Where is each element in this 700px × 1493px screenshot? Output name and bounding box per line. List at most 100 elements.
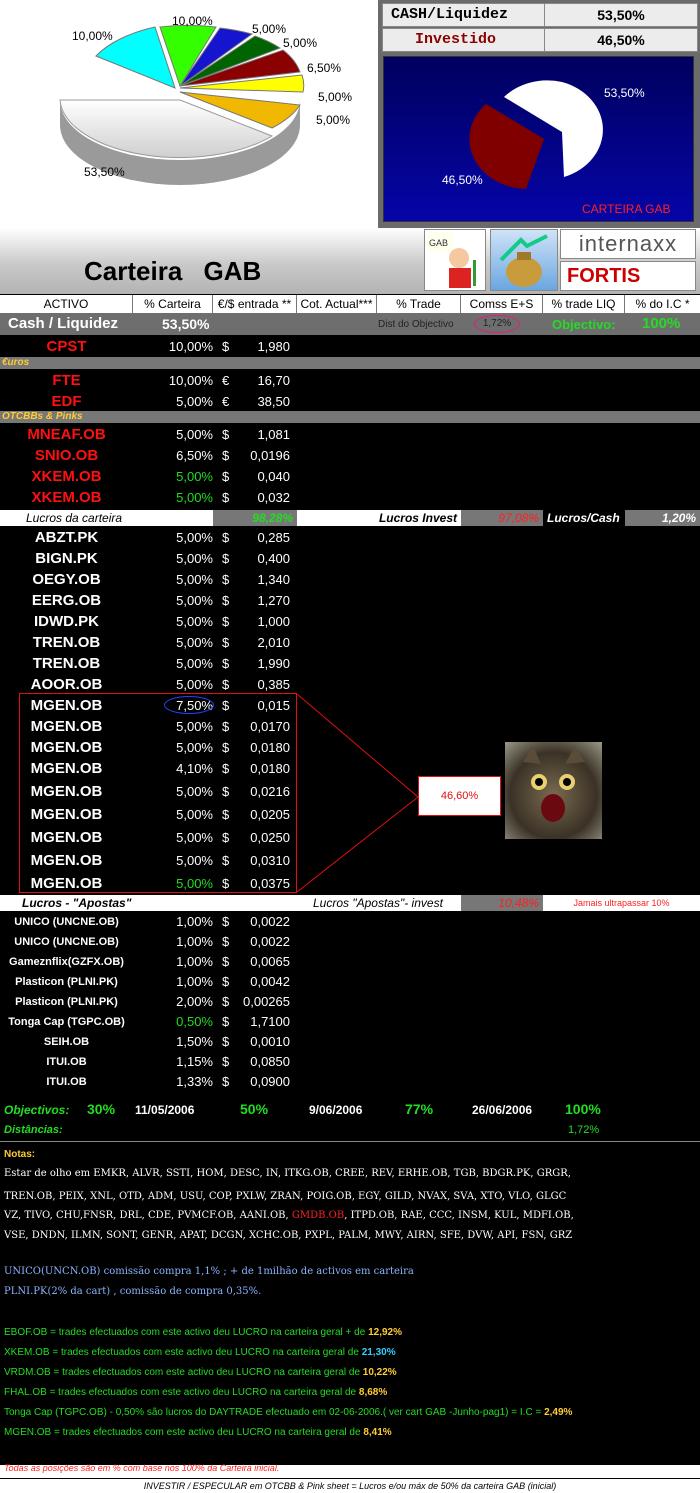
footer-note-2: INVESTIR / ESPECULAR em OTCBB & Pink she… (0, 1478, 700, 1493)
objectivo-3: 77% (405, 1101, 434, 1117)
pie-label-1: 10,00% (172, 14, 213, 28)
pie2-cash-label: 53,50% (604, 86, 645, 100)
notes-tonga-text: Tonga Cap (TGPC.OB) - 0,50% são lucros d… (4, 1407, 545, 1418)
currency-symbol: $ (222, 490, 230, 505)
carteira-pct: 5,00% (176, 394, 213, 409)
activo-name: BIGN.PK (35, 550, 98, 567)
entrada-value: 0,400 (257, 551, 290, 566)
table-row: XKEM.OB 5,00% $0,040 (0, 466, 700, 487)
entrada-value: 0,0022 (250, 934, 290, 949)
entrada-value: 1,340 (257, 572, 290, 587)
notes-xkem: XKEM.OB = trades efectuados com este act… (4, 1347, 396, 1358)
currency-symbol: $ (222, 593, 230, 608)
activo-name: ITUI.OB (46, 1076, 87, 1088)
carteira-pct: 1,00% (176, 974, 213, 989)
col-activo: ACTIVO (0, 295, 133, 313)
activo-name: TREN.OB (32, 634, 101, 651)
table-row: FTE 10,00% €16,70 (0, 370, 700, 391)
notes-fhal-text: FHAL.OB = trades efectuados com este act… (4, 1387, 359, 1398)
pie2-caption: CARTEIRA GAB (582, 202, 670, 216)
apostas-invest-value: 10,48% (461, 895, 543, 911)
table-row: UNICO (UNCNE.OB) 1,00% $0,0022 (0, 932, 700, 952)
pie-label-5: 6,50% (307, 61, 341, 75)
carteira-pct: 5,00% (176, 614, 213, 629)
objectivos-label: Objectivos: (4, 1103, 70, 1117)
table-row: Plasticon (PLNI.PK) 2,00% $0,00265 (0, 992, 700, 1012)
lucros-carteira-value: 98,28% (213, 510, 297, 526)
gab-logo: GAB (424, 229, 486, 291)
table-row: AOOR.OB 5,00% $0,385 (0, 674, 700, 695)
pie-label-4: 5,00% (283, 36, 317, 50)
carteira-pct: 5,00% (176, 635, 213, 650)
notes-unico: UNICO(UNCN.OB) comissão compra 1,1% ; + … (4, 1266, 414, 1277)
carteira-pct: 5,00% (176, 572, 213, 587)
currency-symbol: $ (222, 954, 230, 969)
cash-value: 53,50% (597, 7, 645, 23)
notes-watch-2: TREN.OB, PEIX, XNL, OTD, ADM, USU, COP, … (4, 1191, 567, 1202)
table-row: TREN.OB 5,00% $2,010 (0, 632, 700, 653)
notes-ebof-text: EBOF.OB = trades efectuados com este act… (4, 1327, 369, 1338)
currency-symbol: $ (222, 974, 230, 989)
notes-tonga-value: 2,49% (544, 1407, 573, 1418)
internaxx-logo: internaxx (560, 229, 696, 259)
activo-name: Tonga Cap (TGPC.OB) (8, 1016, 125, 1028)
objectivo-date-3: 26/06/2006 (472, 1103, 533, 1117)
notes-watch-1: Estar de olho em EMKR, ALVR, SSTI, HOM, … (4, 1168, 571, 1179)
activo-name: FTE (52, 372, 81, 389)
callout-value: 46,60% (418, 776, 501, 816)
notes-vrdm-text: VRDM.OB = trades efectuados com este act… (4, 1367, 363, 1378)
carteira-pct: 1,50% (176, 1034, 213, 1049)
section-otc: OTCBBs & Pinks (0, 411, 700, 423)
objectivo-date-2: 9/06/2006 (309, 1103, 363, 1117)
notes-watch-3-highlight: GMDB.OB (291, 1210, 345, 1221)
currency-symbol: $ (222, 572, 230, 587)
currency-symbol: $ (222, 934, 230, 949)
activo-name: Plasticon (PLNI.PK) (15, 976, 118, 988)
cash-invested-pie: 53,50% 46,50% CARTEIRA GAB (383, 56, 694, 222)
currency-symbol: $ (222, 1014, 230, 1029)
entrada-value: 1,081 (257, 427, 290, 442)
entrada-value: 38,50 (257, 394, 290, 409)
col-trade-liq: % trade LIQ (543, 295, 625, 313)
entrada-value: 2,010 (257, 635, 290, 650)
currency-symbol: $ (222, 551, 230, 566)
apostas-invest-label: Lucros "Apostas"- invest (297, 895, 461, 911)
cash-label: CASH/Liquidez (383, 4, 545, 26)
notes-watch-3c: , ITPD.OB, RAE, CCC, INSM, KUL, MDFI.OB, (344, 1210, 574, 1221)
pie-label-3: 5,00% (252, 22, 286, 36)
invested-value: 46,50% (597, 32, 645, 48)
carteira-pct: 5,00% (176, 469, 213, 484)
currency-symbol: $ (222, 427, 230, 442)
table-row: OEGY.OB 5,00% $1,340 (0, 569, 700, 590)
dist-objectivo-label: Dist do Objectivo (378, 319, 454, 330)
carteira-pct: 1,00% (176, 954, 213, 969)
entrada-value: 1,270 (257, 593, 290, 608)
notes-title: Notas: (4, 1149, 36, 1160)
footer-note-1: Todas as posições são em % com base nos … (4, 1463, 280, 1473)
activo-name: EDF (51, 393, 82, 410)
activo-name: ABZT.PK (34, 529, 99, 546)
col-cot-actual: Cot. Actual*** (297, 295, 377, 313)
table-row: ABZT.PK 5,00% $0,285 (0, 527, 700, 548)
carteira-pct: 5,00% (176, 656, 213, 671)
entrada-value: 0,0196 (250, 448, 290, 463)
apostas-band: Lucros - "Apostas" Lucros "Apostas"- inv… (0, 895, 700, 911)
notes-watch-3: VZ, TIVO, CHU,FNSR, DRL, CDE, PVMCF.OB, … (4, 1210, 574, 1221)
currency-symbol: $ (222, 614, 230, 629)
activo-name: Gameznflix(GZFX.OB) (9, 956, 124, 968)
table-row: MNEAF.OB 5,00% $1,081 (0, 424, 700, 445)
col-comss: Comss E+S (461, 295, 543, 313)
entrada-value: 16,70 (257, 373, 290, 388)
pie-label-7: 5,00% (316, 113, 350, 127)
activo-name: CPST (46, 338, 87, 355)
carteira-pct: 10,00% (168, 339, 213, 354)
carteira-pct: 5,00% (176, 427, 213, 442)
table-row: IDWD.PK 5,00% $1,000 (0, 611, 700, 632)
table-row: ITUI.OB 1,33% $0,0900 (0, 1072, 700, 1092)
currency-symbol: $ (222, 656, 230, 671)
lucros-invest-label: Lucros Invest (378, 511, 457, 525)
table-row: EERG.OB 5,00% $1,270 (0, 590, 700, 611)
table-row: SNIO.OB 6,50% $0,0196 (0, 445, 700, 466)
currency-symbol: $ (222, 448, 230, 463)
cash-liquidez-row: Cash / Liquidez 53,50% Dist do Objectivo… (0, 313, 700, 335)
